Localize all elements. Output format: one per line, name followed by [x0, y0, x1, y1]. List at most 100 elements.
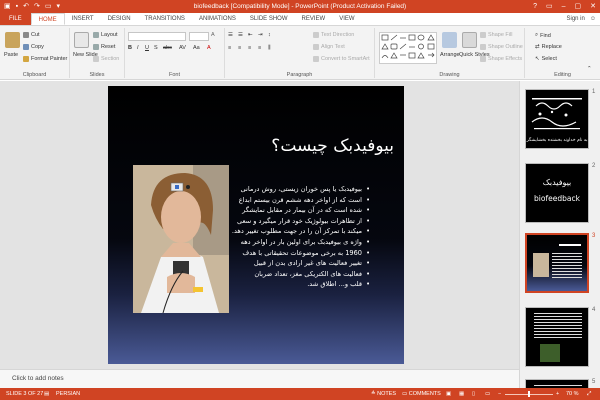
slide-thumbnail-1[interactable]: به نام خداوند بخشنده بخشایشگر — [525, 89, 589, 149]
slide-thumbnail-3[interactable] — [525, 233, 589, 293]
find-button[interactable]: ⌕ Find — [535, 32, 551, 39]
reading-view-icon[interactable]: ▯ — [472, 388, 475, 400]
tab-view[interactable]: VIEW — [332, 13, 361, 25]
paste-icon[interactable] — [5, 32, 20, 48]
align-text-button[interactable]: Align Text — [313, 44, 345, 50]
tab-file[interactable]: FILE — [0, 13, 31, 25]
brush-icon — [23, 56, 29, 62]
reset-button[interactable]: Reset — [93, 44, 115, 50]
align-center-icon[interactable]: ≡ — [238, 45, 241, 51]
align-right-icon[interactable]: ≡ — [248, 45, 251, 51]
cursor-icon: ↖ — [535, 56, 540, 62]
tab-home[interactable]: HOME — [30, 13, 65, 25]
slide-thumbnail-5[interactable] — [525, 379, 589, 388]
replace-button[interactable]: ⇄ Replace — [535, 44, 562, 50]
cut-button[interactable]: Cut — [23, 32, 40, 38]
character-spacing-icon[interactable]: AV — [179, 45, 186, 51]
slide-workspace: بیوفیدبک چیست؟ بیوفیدبک یا پس خوران زیست… — [0, 81, 519, 369]
tab-review[interactable]: REVIEW — [295, 13, 333, 25]
change-case-icon[interactable]: Aa — [193, 45, 200, 51]
underline-icon[interactable]: U — [145, 45, 149, 51]
shadow-icon[interactable]: S — [154, 45, 158, 51]
slide-bullet: از تظاهرات بیولوژیک خود قرار میگیرد و سع… — [212, 216, 370, 227]
comments-toggle[interactable]: ▭ COMMENTS — [402, 388, 441, 400]
convert-smartart-button[interactable]: Convert to SmartArt — [313, 56, 370, 62]
tab-transitions[interactable]: TRANSITIONS — [138, 13, 192, 25]
strikethrough-icon[interactable]: abc — [163, 45, 172, 51]
replace-icon: ⇄ — [535, 44, 540, 50]
tab-animations[interactable]: ANIMATIONS — [192, 13, 243, 25]
slide-thumbnail-4[interactable] — [525, 307, 589, 367]
justify-icon[interactable]: ≡ — [258, 45, 261, 51]
tab-insert[interactable]: INSERT — [65, 13, 101, 25]
copy-icon — [23, 44, 29, 50]
zoom-slider-handle[interactable] — [528, 391, 530, 397]
help-button[interactable]: ? — [533, 0, 537, 13]
normal-view-icon[interactable]: ▣ — [446, 388, 451, 400]
font-size-dropdown[interactable] — [189, 32, 209, 41]
shape-effects-button[interactable]: Shape Effects — [480, 56, 522, 62]
zoom-out-icon[interactable]: − — [498, 388, 501, 400]
zoom-in-icon[interactable]: + — [556, 388, 559, 400]
ribbon: Paste Cut Copy Format Painter Clipboard … — [0, 26, 600, 80]
font-name-dropdown[interactable] — [128, 32, 186, 41]
bullets-icon[interactable]: ☰ — [228, 32, 233, 38]
copy-button[interactable]: Copy — [23, 44, 44, 50]
slideshow-view-icon[interactable]: ▭ — [485, 388, 490, 400]
layout-button[interactable]: Layout — [93, 32, 118, 38]
section-button[interactable]: Section — [93, 56, 119, 62]
slide-title[interactable]: بیوفیدبک چیست؟ — [271, 136, 394, 156]
slide-bullet: است که از اواخر دهه ششم قرن بیستم ابداع — [212, 195, 370, 206]
shape-fill-button[interactable]: Shape Fill — [480, 32, 512, 38]
slide-bullet-list[interactable]: بیوفیدبک یا پس خوران زیستی، روش درمانی ا… — [212, 184, 370, 290]
maximize-button[interactable]: ▢ — [575, 0, 582, 13]
slide-thumbnails-panel[interactable]: 1 به نام خداوند بخشنده بخشایشگر 2 بیوفید… — [519, 81, 600, 388]
close-button[interactable]: ✕ — [590, 0, 596, 13]
window-title: biofeedback [Compatibility Mode] - Power… — [193, 3, 407, 10]
arrange-icon[interactable] — [442, 32, 457, 48]
notes-toggle[interactable]: ≙ NOTES — [371, 388, 396, 400]
zoom-level[interactable]: 70 % — [566, 388, 579, 400]
thumbnail-text-lines — [534, 313, 582, 339]
new-slide-icon[interactable] — [74, 32, 89, 48]
paste-button[interactable]: Paste — [4, 52, 18, 58]
minimize-button[interactable]: – — [562, 0, 566, 13]
shapes-gallery[interactable] — [379, 32, 437, 64]
decrease-indent-icon[interactable]: ⇤ — [248, 32, 253, 38]
line-spacing-icon[interactable]: ↕ — [268, 32, 271, 38]
slide-sorter-icon[interactable]: ▦ — [459, 388, 464, 400]
bold-icon[interactable]: B — [128, 45, 132, 51]
thumbnail-text-lines — [552, 253, 582, 279]
current-slide[interactable]: بیوفیدبک چیست؟ بیوفیدبک یا پس خوران زیست… — [108, 86, 404, 364]
ribbon-display-button[interactable]: ▭ — [546, 0, 553, 13]
proofing-icon[interactable]: ▤ — [44, 388, 49, 400]
format-painter-button[interactable]: Format Painter — [23, 56, 67, 62]
notes-pane[interactable]: Click to add notes — [0, 369, 519, 388]
pen-icon — [480, 44, 486, 50]
grow-font-icon[interactable]: A — [211, 32, 215, 38]
font-color-icon[interactable]: A — [207, 45, 211, 51]
arrange-button[interactable]: Arrange — [440, 52, 460, 58]
font-group: A B I U S abc AV Aa A Font — [125, 28, 225, 78]
drawing-group: Arrange Quick Styles Shape Fill Shape Ou… — [375, 28, 525, 78]
quick-styles-icon[interactable] — [462, 32, 477, 48]
select-button[interactable]: ↖ Select — [535, 56, 557, 62]
text-direction-button[interactable]: Text Direction — [313, 32, 354, 38]
sign-in-link[interactable]: Sign in — [567, 13, 585, 26]
clipboard-group: Paste Cut Copy Format Painter Clipboard — [0, 28, 70, 78]
language-indicator[interactable]: PERSIAN — [56, 388, 80, 400]
increase-indent-icon[interactable]: ⇥ — [258, 32, 263, 38]
italic-icon[interactable]: I — [137, 45, 139, 51]
shape-outline-button[interactable]: Shape Outline — [480, 44, 523, 50]
tab-slide-show[interactable]: SLIDE SHOW — [243, 13, 295, 25]
notes-placeholder[interactable]: Click to add notes — [12, 375, 64, 382]
align-left-icon[interactable]: ≡ — [228, 45, 231, 51]
columns-icon[interactable]: ⫼ — [268, 45, 271, 52]
user-icon[interactable]: ☺ — [590, 13, 596, 26]
slides-group-label: Slides — [89, 72, 105, 78]
tab-design[interactable]: DESIGN — [101, 13, 138, 25]
smartart-icon — [313, 56, 319, 62]
numbering-icon[interactable]: ☰ — [238, 32, 243, 38]
fit-slide-icon[interactable]: ⤢ — [587, 388, 591, 400]
slide-thumbnail-2[interactable]: بیوفیدبک biofeedback — [525, 163, 589, 223]
